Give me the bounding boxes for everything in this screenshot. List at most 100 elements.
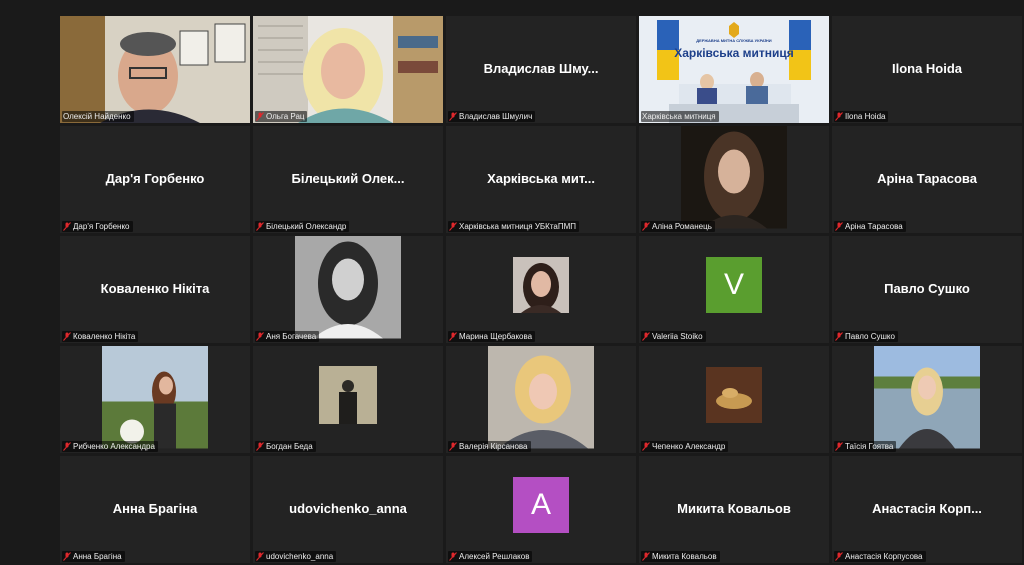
participant-tile[interactable]: Рибченко Александра	[60, 346, 250, 453]
participant-tile[interactable]: A Алексей Решлаков	[446, 456, 636, 563]
participant-name: Анастасія Корпусова	[845, 552, 923, 561]
participant-display-name: Білецький Олек...	[291, 170, 405, 186]
participant-name: Аріна Тарасова	[845, 222, 903, 231]
profile-photo	[706, 367, 762, 424]
participant-tile[interactable]: Аліна Романець	[639, 126, 829, 233]
participant-label: Рибченко Александра	[62, 441, 158, 452]
video-feed	[60, 16, 250, 123]
muted-mic-icon	[256, 332, 264, 341]
participant-tile[interactable]: V Valeriia Stoiko	[639, 236, 829, 343]
participant-display-name: Анастасія Корп...	[872, 500, 982, 516]
participant-label: Анна Брагіна	[62, 551, 125, 562]
muted-mic-icon	[835, 332, 843, 341]
participant-name: Аня Богачева	[266, 332, 317, 341]
muted-mic-icon	[642, 552, 650, 561]
participant-tile[interactable]: Ilona Hoida Ilona Hoida	[832, 16, 1022, 123]
participant-tile[interactable]: Таїсія Гоятва	[832, 346, 1022, 453]
participant-tile[interactable]: Дар'я Горбенко Дар'я Горбенко	[60, 126, 250, 233]
participant-label: Владислав Шмулич	[448, 111, 536, 122]
participant-tile[interactable]: Харківська мит... Харківська митниця УБК…	[446, 126, 636, 233]
participant-tile[interactable]: udovichenko_anna udovichenko_anna	[253, 456, 443, 563]
participant-display-name: Павло Сушко	[884, 280, 970, 296]
participant-display-name: udovichenko_anna	[289, 500, 407, 516]
participant-label: Харківська митниця УБКтаПМП	[448, 221, 580, 232]
muted-mic-icon	[835, 112, 843, 121]
participant-label: Алексей Решлаков	[448, 551, 533, 562]
participant-name: Valeriia Stoiko	[652, 332, 703, 341]
participant-display-name: Микита Ковальов	[677, 500, 791, 516]
muted-mic-icon	[256, 112, 264, 121]
participant-label: Дар'я Горбенко	[62, 221, 133, 232]
participant-name: Харківська митниця УБКтаПМП	[459, 222, 577, 231]
muted-mic-icon	[449, 222, 457, 231]
video-grid: Олексій Найденко Ольга Рац Владислав Шму…	[60, 16, 1022, 563]
participant-tile-active-speaker[interactable]: ДЕРЖАВНА МИТНА СЛУЖБА УКРАЇНИ Харківська…	[639, 16, 829, 123]
participant-name: Микита Ковальов	[652, 552, 717, 561]
participant-tile[interactable]: Ольга Рац	[253, 16, 443, 123]
profile-photo	[319, 366, 377, 425]
participant-name: Владислав Шмулич	[459, 112, 533, 121]
banner-title: Харківська митниця	[674, 46, 794, 60]
participant-label: Марина Щербакова	[448, 331, 536, 342]
banner-subtitle: ДЕРЖАВНА МИТНА СЛУЖБА УКРАЇНИ	[696, 38, 772, 43]
participant-tile[interactable]: Павло Сушко Павло Сушко	[832, 236, 1022, 343]
participant-tile[interactable]: Білецький Олек... Білецький Олександр	[253, 126, 443, 233]
muted-mic-icon	[835, 552, 843, 561]
participant-tile[interactable]: Анна Брагіна Анна Брагіна	[60, 456, 250, 563]
participant-label: Харківська митниця	[641, 111, 719, 122]
muted-mic-icon	[449, 552, 457, 561]
participant-label: Ilona Hoida	[834, 111, 889, 122]
participant-display-name: Анна Брагіна	[112, 500, 198, 516]
profile-photo	[874, 346, 980, 449]
participant-display-name: Коваленко Нікіта	[100, 280, 210, 296]
participant-label: Валерія Кірсанова	[448, 441, 531, 452]
participant-tile[interactable]: Анастасія Корп... Анастасія Корпусова	[832, 456, 1022, 563]
profile-photo	[488, 346, 594, 449]
participant-label: Павло Сушко	[834, 331, 898, 342]
participant-display-name: Ilona Hoida	[891, 60, 963, 76]
muted-mic-icon	[256, 552, 264, 561]
participant-label: Білецький Олександр	[255, 221, 350, 232]
participant-name: Дар'я Горбенко	[73, 222, 130, 231]
profile-photo	[513, 257, 569, 314]
muted-mic-icon	[256, 442, 264, 451]
participant-label: Олексій Найденко	[62, 111, 134, 122]
participant-tile[interactable]: Аня Богачева	[253, 236, 443, 343]
muted-mic-icon	[63, 552, 71, 561]
participant-tile[interactable]: Владислав Шму... Владислав Шмулич	[446, 16, 636, 123]
participant-label: Чепенко Александр	[641, 441, 729, 452]
participant-display-name: Владислав Шму...	[483, 60, 599, 76]
participant-tile[interactable]: Коваленко Нікіта Коваленко Нікіта	[60, 236, 250, 343]
participant-name: Анна Брагіна	[73, 552, 122, 561]
participant-name: Коваленко Нікіта	[73, 332, 136, 341]
participant-display-name: Харківська мит...	[487, 170, 595, 186]
participant-name: Олексій Найденко	[63, 112, 131, 121]
participant-display-name: Аріна Тарасова	[877, 170, 977, 186]
participant-name: udovichenko_anna	[266, 552, 334, 561]
participant-name: Харківська митниця	[642, 112, 716, 121]
participant-tile[interactable]: Аріна Тарасова Аріна Тарасова	[832, 126, 1022, 233]
participant-tile[interactable]: Марина Щербакова	[446, 236, 636, 343]
profile-photo	[681, 126, 787, 229]
participant-tile[interactable]: Валерія Кірсанова	[446, 346, 636, 453]
muted-mic-icon	[63, 222, 71, 231]
avatar-initial: A	[513, 477, 569, 534]
participant-tile[interactable]: Микита Ковальов Микита Ковальов	[639, 456, 829, 563]
participant-name: Павло Сушко	[845, 332, 895, 341]
participant-label: Valeriia Stoiko	[641, 331, 706, 342]
participant-display-name: Дар'я Горбенко	[105, 170, 205, 186]
participant-name: Алексей Решлаков	[459, 552, 530, 561]
participant-tile[interactable]: Олексій Найденко	[60, 16, 250, 123]
profile-photo	[295, 236, 401, 339]
participant-name: Марина Щербакова	[459, 332, 533, 341]
participant-label: Анастасія Корпусова	[834, 551, 926, 562]
avatar-initial: V	[706, 257, 762, 314]
participant-label: Ольга Рац	[255, 111, 308, 122]
participant-name: Аліна Романець	[652, 222, 712, 231]
video-feed	[639, 16, 829, 123]
participant-label: Таїсія Гоятва	[834, 441, 897, 452]
participant-label: Аня Богачева	[255, 331, 320, 342]
participant-tile[interactable]: Чепенко Александр	[639, 346, 829, 453]
participant-name: Богдан Беда	[266, 442, 313, 451]
participant-tile[interactable]: Богдан Беда	[253, 346, 443, 453]
